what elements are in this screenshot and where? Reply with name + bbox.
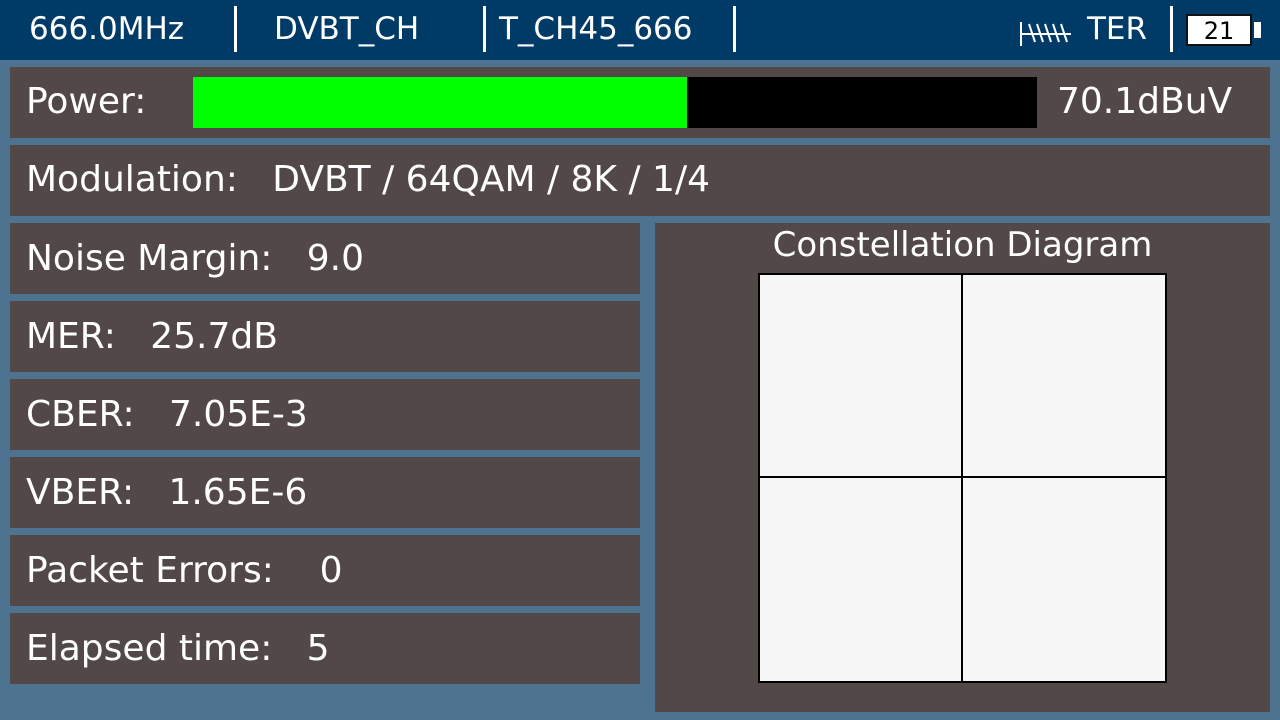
status-bar: 666.0MHz DVBT_CH T_CH45_666 TER 21 xyxy=(0,0,1280,60)
packet-errors-row: Packet Errors: 0 xyxy=(10,535,640,606)
vber-row: VBER: 1.65E-6 xyxy=(10,457,640,528)
measure-label: Noise Margin: xyxy=(26,238,273,279)
constellation-axis-horizontal xyxy=(760,476,1165,478)
measure-label: Packet Errors: xyxy=(26,550,274,591)
measure-label: Elapsed time: xyxy=(26,628,273,669)
vber-text: VBER: 1.65E-6 xyxy=(26,472,307,514)
divider xyxy=(483,6,486,52)
modulation-label: Modulation: xyxy=(26,159,238,200)
battery-level: 21 xyxy=(1203,17,1235,45)
power-label: Power: xyxy=(26,81,147,122)
elapsed-time-text: Elapsed time: 5 xyxy=(26,628,330,670)
measure-value: 25.7dB xyxy=(150,316,278,357)
battery-icon: 21 xyxy=(1186,14,1252,46)
measure-value: 0 xyxy=(319,550,343,591)
divider xyxy=(234,6,237,52)
antenna-icon xyxy=(1020,22,1071,46)
frequency-readout: 666.0MHz xyxy=(29,11,185,47)
constellation-plot xyxy=(758,273,1167,683)
mer-row: MER: 25.7dB xyxy=(10,301,640,372)
cber-text: CBER: 7.05E-3 xyxy=(26,394,308,436)
divider xyxy=(733,6,736,52)
modulation-text: Modulation: DVBT / 64QAM / 8K / 1/4 xyxy=(26,159,710,201)
modulation-row: Modulation: DVBT / 64QAM / 8K / 1/4 xyxy=(10,145,1270,216)
measure-label: VBER: xyxy=(26,472,135,513)
channel-readout: T_CH45_666 xyxy=(499,11,693,47)
measure-value: 7.05E-3 xyxy=(168,394,308,435)
measure-label: MER: xyxy=(26,316,116,357)
cber-row: CBER: 7.05E-3 xyxy=(10,379,640,450)
noise-margin-text: Noise Margin: 9.0 xyxy=(26,238,364,280)
elapsed-time-row: Elapsed time: 5 xyxy=(10,613,640,684)
modulation-value: DVBT / 64QAM / 8K / 1/4 xyxy=(272,159,710,200)
measure-value: 5 xyxy=(306,628,330,669)
noise-margin-row: Noise Margin: 9.0 xyxy=(10,223,640,294)
measure-value: 1.65E-6 xyxy=(168,472,308,513)
power-meter-fill xyxy=(193,77,687,128)
power-value: 70.1dBuV xyxy=(1057,81,1233,122)
mer-text: MER: 25.7dB xyxy=(26,316,278,358)
measure-value: 9.0 xyxy=(306,238,365,279)
standard-readout: DVBT_CH xyxy=(274,11,420,47)
measure-label: CBER: xyxy=(26,394,135,435)
band-readout: TER xyxy=(1087,11,1148,47)
divider xyxy=(1170,6,1173,52)
packet-errors-text: Packet Errors: 0 xyxy=(26,550,343,592)
battery-tip xyxy=(1254,22,1261,38)
constellation-axis-vertical xyxy=(961,275,963,681)
power-meter xyxy=(193,77,1037,128)
constellation-title: Constellation Diagram xyxy=(772,225,1153,265)
